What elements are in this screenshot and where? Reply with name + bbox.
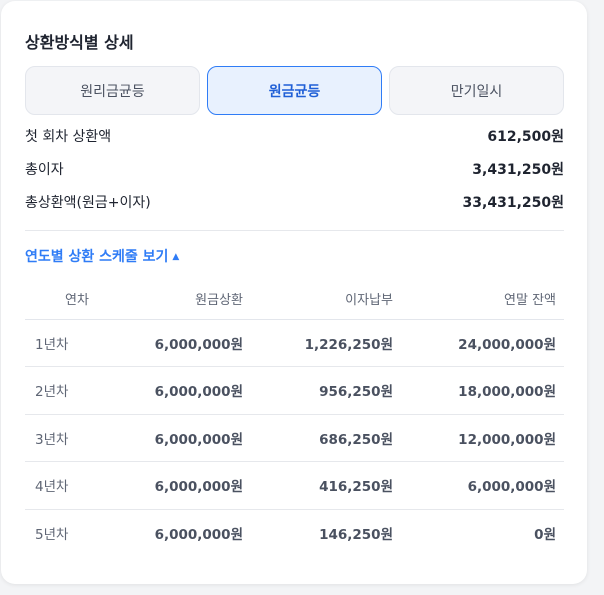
cell-year: 5년차 [35,527,69,543]
cell-principal: 6,000,000원 [105,414,243,462]
col-header-interest: 이자납부 [243,279,393,320]
table-row: 4년차 6,000,000원 416,250원 6,000,000원 [25,461,564,510]
table-header-row: 연차 원금상환 이자납부 연말 잔액 [25,279,564,320]
summary-label: 첫 회차 상환액 [25,129,112,145]
cell-principal: 6,000,000원 [105,461,243,510]
summary-total-repayment: 총상환액(원금+이자) 33,431,250원 [25,192,564,214]
cell-balance: 6,000,000원 [393,461,564,510]
card-title: 상환방식별 상세 [25,33,134,52]
repayment-method-tabs: 원리금균등 원금균등 만기일시 [25,66,564,115]
cell-year: 2년차 [25,366,105,415]
col-header-year: 연차 [25,279,105,320]
tab-equal-installment[interactable]: 원리금균등 [25,66,200,115]
cell-interest: 956,250원 [243,366,393,415]
cell-balance: 0원 [534,527,556,543]
summary-value: 33,431,250원 [462,195,564,211]
cell-interest: 416,250원 [243,461,393,510]
summary-value: 612,500원 [487,129,564,145]
cell-interest: 686,250원 [243,414,393,462]
cell-balance: 24,000,000원 [393,319,564,367]
cell-principal: 6,000,000원 [105,366,243,415]
schedule-toggle-button[interactable]: 연도별 상환 스케줄 보기 ▲ [25,246,179,266]
cell-balance: 12,000,000원 [393,414,564,462]
table-row: 2년차 6,000,000원 956,250원 18,000,000원 [25,366,564,415]
cell-year: 1년차 [25,319,105,367]
summary-value: 3,431,250원 [472,162,564,178]
schedule-toggle-label: 연도별 상환 스케줄 보기 [25,249,169,265]
table-row: 3년차 6,000,000원 686,250원 12,000,000원 [25,414,564,462]
repayment-detail-card: 상환방식별 상세 원리금균등 원금균등 만기일시 첫 회차 상환액 612,50… [1,1,587,584]
table-row: 5년차 6,000,000원 146,250원 0원 [25,509,564,557]
tab-equal-principal[interactable]: 원금균등 [207,66,382,115]
yearly-schedule-table: 연차 원금상환 이자납부 연말 잔액 1년차 6,000,000원 1,226,… [25,279,564,557]
cell-year: 3년차 [25,414,105,462]
cell-principal: 6,000,000원 [105,319,243,367]
cell-balance: 18,000,000원 [393,366,564,415]
col-header-principal: 원금상환 [105,279,243,320]
col-header-balance: 연말 잔액 [393,279,564,320]
cell-year: 4년차 [25,461,105,510]
caret-up-icon: ▲ [172,252,180,262]
summary-total-interest: 총이자 3,431,250원 [25,159,564,181]
cell-interest: 146,250원 [319,527,393,543]
cell-principal: 6,000,000원 [154,527,243,543]
summary-first-payment: 첫 회차 상환액 612,500원 [25,126,564,148]
summary-label: 총이자 [25,162,64,178]
summary-label: 총상환액(원금+이자) [25,195,151,211]
table-row: 1년차 6,000,000원 1,226,250원 24,000,000원 [25,319,564,367]
divider [25,230,564,231]
cell-interest: 1,226,250원 [243,319,393,367]
tab-bullet-payment[interactable]: 만기일시 [389,66,564,115]
